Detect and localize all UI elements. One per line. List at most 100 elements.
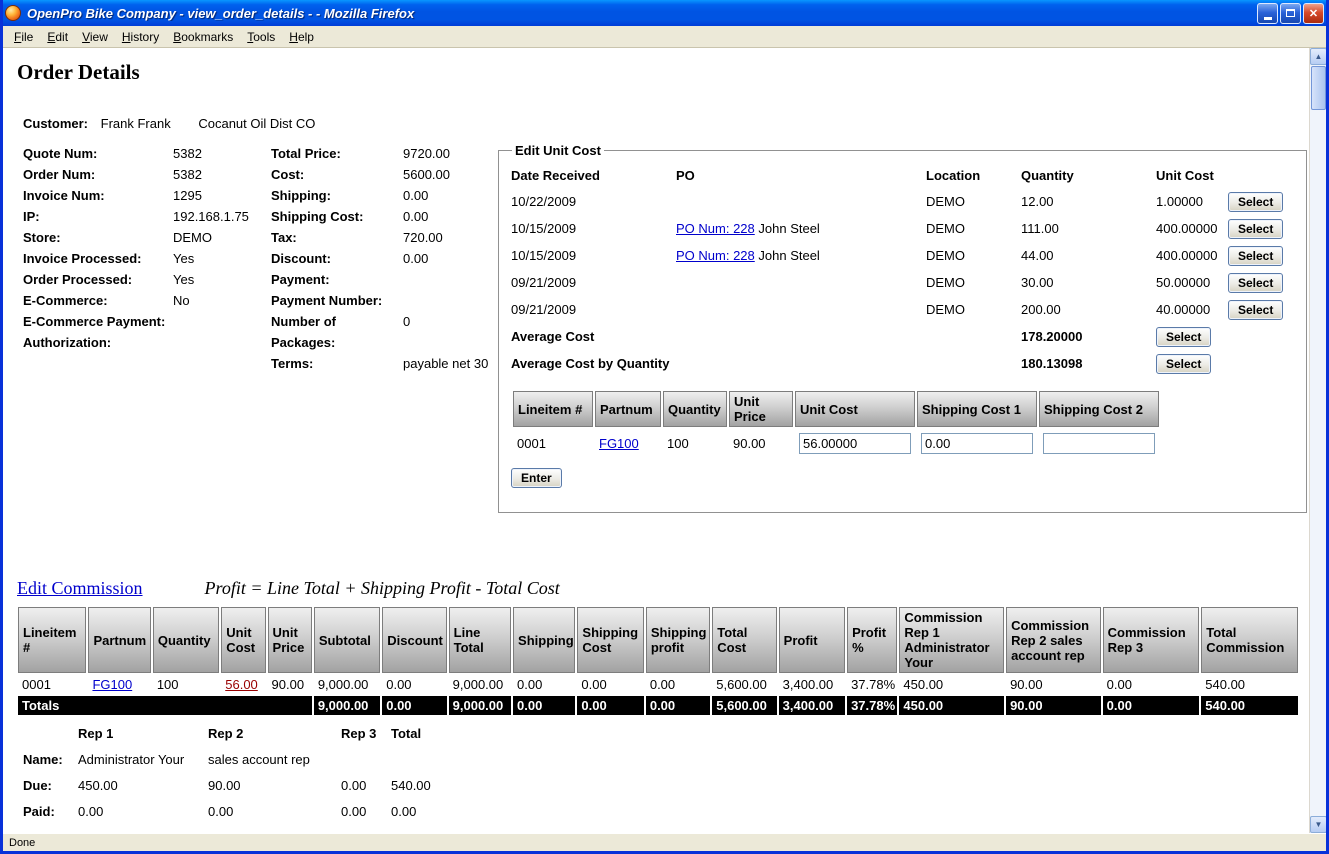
info-row: Payment Number: <box>271 290 503 311</box>
rep3-due: 0.00 <box>341 772 391 798</box>
select-button[interactable]: Select <box>1228 300 1283 320</box>
menu-edit[interactable]: Edit <box>40 27 75 47</box>
po-contact: John Steel <box>758 248 819 263</box>
info-label: Invoice Processed: <box>23 248 173 269</box>
rep1-paid: 0.00 <box>78 798 208 824</box>
window-title: OpenPro Bike Company - view_order_detail… <box>27 6 1257 21</box>
col-shipping: Shipping <box>513 607 575 673</box>
window-controls: ✕ <box>1257 3 1324 24</box>
info-label: Shipping Cost: <box>271 206 403 227</box>
totals-commission-rep2: 90.00 <box>1006 696 1101 715</box>
info-label: Discount: <box>271 248 403 269</box>
lineitem-number: 0001 <box>18 675 86 694</box>
average-cost-by-qty-row: Average Cost by Quantity 180.13098 Selec… <box>511 350 1294 377</box>
select-button[interactable]: Select <box>1228 219 1283 239</box>
col-partnum: Partnum <box>595 391 661 427</box>
info-value: 5382 <box>173 143 271 164</box>
info-value: No <box>173 290 271 311</box>
info-label: Shipping: <box>271 185 403 206</box>
info-value: 0.00 <box>403 206 503 227</box>
col-shipping-cost-2: Shipping Cost 2 <box>1039 391 1159 427</box>
minimize-button[interactable] <box>1257 3 1278 24</box>
totals-profit-pct: 37.78% <box>847 696 897 715</box>
menu-bookmarks[interactable]: Bookmarks <box>166 27 240 47</box>
unit-cost: 400.00000 <box>1156 242 1228 269</box>
rep2-header: Rep 2 <box>208 720 341 746</box>
info-label: Quote Num: <box>23 143 173 164</box>
col-commission-rep3: Commission Rep 3 <box>1103 607 1200 673</box>
info-value: 0 <box>403 311 503 353</box>
order-info-left: Quote Num:5382 Order Num:5382 Invoice Nu… <box>23 143 271 353</box>
select-average-cost-button[interactable]: Select <box>1156 327 1211 347</box>
location: DEMO <box>926 269 1021 296</box>
shipping-cost-1-input[interactable] <box>921 433 1033 454</box>
select-button[interactable]: Select <box>1228 273 1283 293</box>
info-row: Total Price:9720.00 <box>271 143 503 164</box>
info-value: 1295 <box>173 185 271 206</box>
partnum-link[interactable]: FG100 <box>599 436 639 451</box>
scroll-up-icon[interactable]: ▲ <box>1310 48 1327 65</box>
info-label: Order Num: <box>23 164 173 185</box>
menu-tools[interactable]: Tools <box>240 27 282 47</box>
rep3-header: Rep 3 <box>341 720 391 746</box>
info-label: Terms: <box>271 353 403 374</box>
menu-help[interactable]: Help <box>282 27 321 47</box>
col-commission-rep2: Commission Rep 2 sales account rep <box>1006 607 1101 673</box>
customer-line: Customer: Frank Frank Cocanut Oil Dist C… <box>23 116 315 131</box>
shipping-cost: 0.00 <box>577 675 643 694</box>
unit-cost-input[interactable] <box>799 433 911 454</box>
scroll-down-icon[interactable]: ▼ <box>1310 816 1327 833</box>
shipping-cost-2-input[interactable] <box>1043 433 1155 454</box>
col-partnum: Partnum <box>88 607 150 673</box>
unit-cost: 40.00000 <box>1156 296 1228 323</box>
select-button[interactable]: Select <box>1228 192 1283 212</box>
vertical-scrollbar[interactable]: ▲ ▼ <box>1309 48 1326 833</box>
enter-button[interactable]: Enter <box>511 468 562 488</box>
col-lineitem: Lineitem # <box>513 391 593 427</box>
rep2-name: sales account rep <box>208 746 341 772</box>
unit-cost: 50.00000 <box>1156 269 1228 296</box>
shipping: 0.00 <box>513 675 575 694</box>
info-value: 9720.00 <box>403 143 503 164</box>
select-average-cost-by-qty-button[interactable]: Select <box>1156 354 1211 374</box>
col-unit-cost: Unit Cost <box>795 391 915 427</box>
maximize-button[interactable] <box>1280 3 1301 24</box>
total-header: Total <box>391 720 461 746</box>
col-profit: Profit <box>779 607 845 673</box>
close-button[interactable]: ✕ <box>1303 3 1324 24</box>
scrollbar-thumb[interactable] <box>1311 66 1326 110</box>
totals-commission-rep3: 0.00 <box>1103 696 1200 715</box>
unit-cost-row: 10/22/2009 DEMO 12.00 1.00000 Select <box>511 188 1294 215</box>
title-bar[interactable]: OpenPro Bike Company - view_order_detail… <box>0 0 1329 26</box>
col-quantity: Quantity <box>1021 162 1156 188</box>
rep-summary-table: Rep 1 Rep 2 Rep 3 Total Name: Administra… <box>23 720 461 824</box>
info-value <box>403 269 503 290</box>
menu-history[interactable]: History <box>115 27 166 47</box>
info-label: Payment: <box>271 269 403 290</box>
menu-bar: File Edit View History Bookmarks Tools H… <box>3 26 1326 48</box>
edit-commission-link[interactable]: Edit Commission <box>17 578 143 598</box>
unit-cost-link[interactable]: 56.00 <box>225 677 258 692</box>
quantity: 111.00 <box>1021 215 1156 242</box>
col-quantity: Quantity <box>663 391 727 427</box>
info-row: E-Commerce Payment: <box>23 311 271 332</box>
quantity: 12.00 <box>1021 188 1156 215</box>
date-received: 10/22/2009 <box>511 188 676 215</box>
location: DEMO <box>926 296 1021 323</box>
total-paid: 0.00 <box>391 798 461 824</box>
firefox-icon <box>5 5 21 21</box>
po-link[interactable]: PO Num: 228 <box>676 248 755 263</box>
select-button[interactable]: Select <box>1228 246 1283 266</box>
partnum-link[interactable]: FG100 <box>92 677 132 692</box>
date-received: 09/21/2009 <box>511 269 676 296</box>
info-label: Order Processed: <box>23 269 173 290</box>
menu-file[interactable]: File <box>7 27 40 47</box>
po-link[interactable]: PO Num: 228 <box>676 221 755 236</box>
menu-view[interactable]: View <box>75 27 115 47</box>
col-shipping-cost-1: Shipping Cost 1 <box>917 391 1037 427</box>
col-discount: Discount <box>382 607 446 673</box>
info-row: Payment: <box>271 269 503 290</box>
col-commission-rep1: Commission Rep 1 Administrator Your <box>899 607 1004 673</box>
info-value <box>173 332 271 353</box>
info-row: Invoice Processed:Yes <box>23 248 271 269</box>
